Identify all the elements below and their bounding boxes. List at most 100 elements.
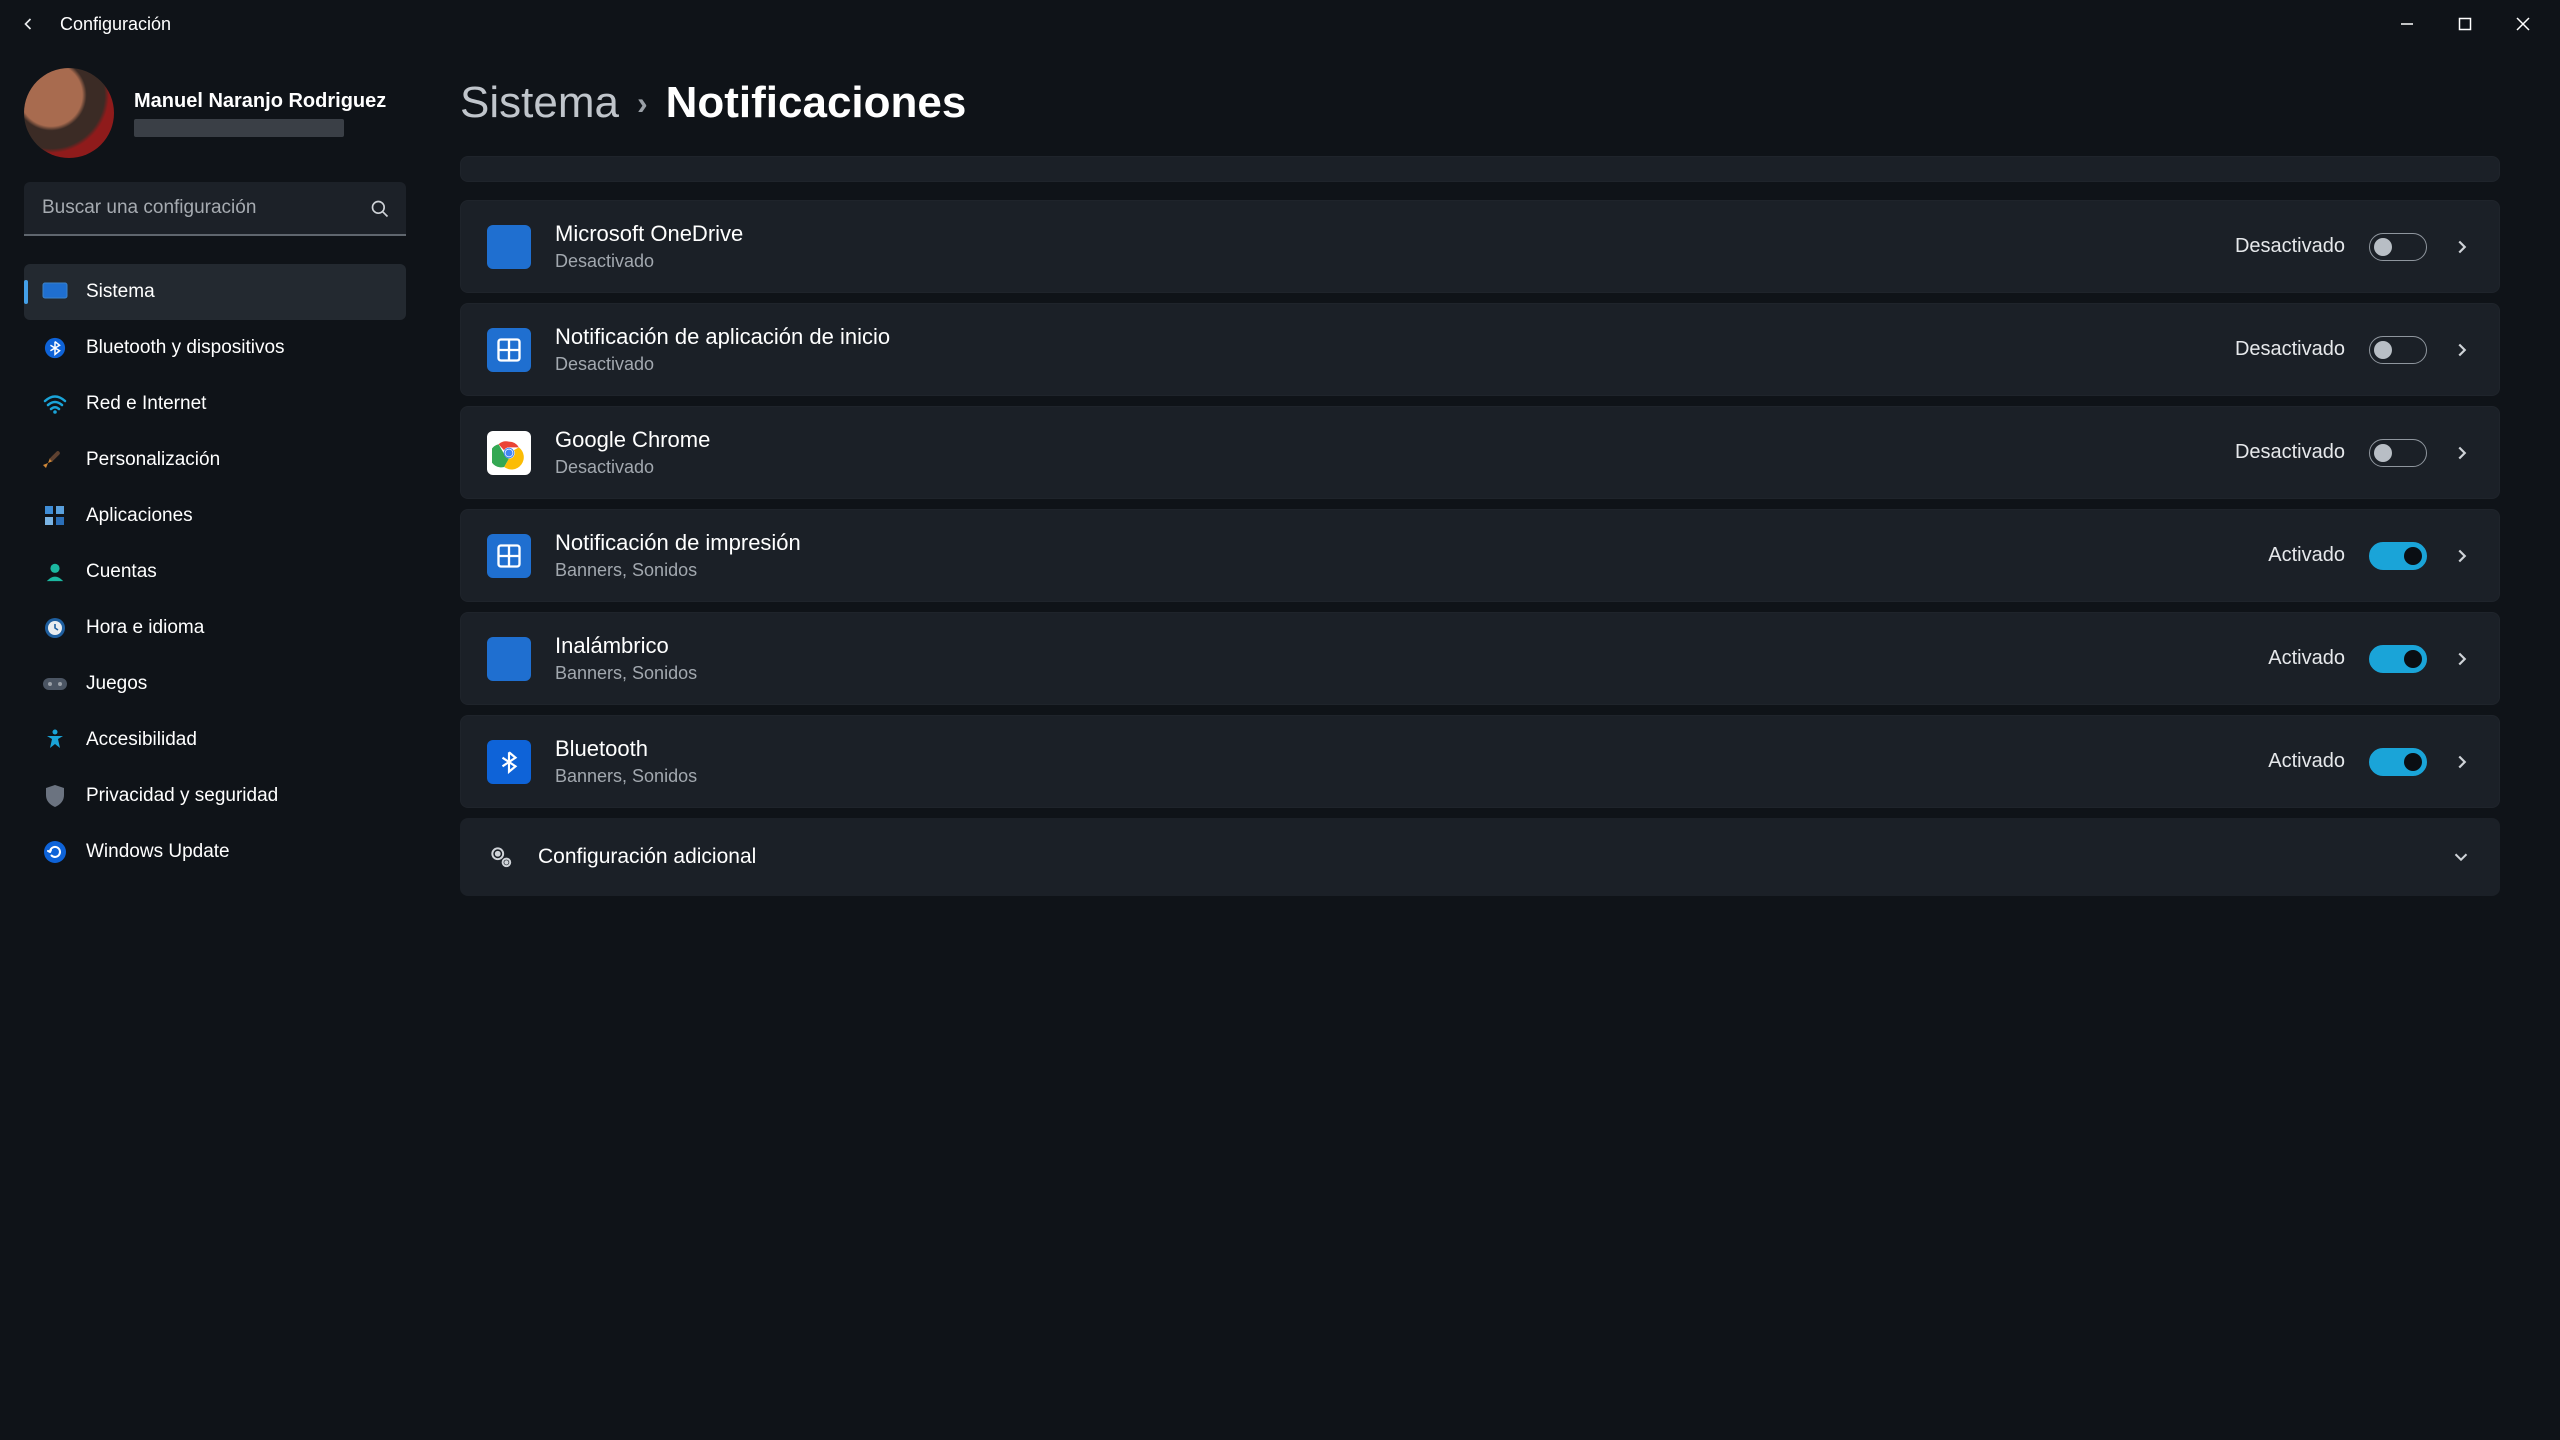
- chevron-down-icon: [2450, 846, 2472, 868]
- nav-juegos[interactable]: Juegos: [24, 656, 406, 712]
- nav-label: Aplicaciones: [86, 505, 193, 527]
- nav-sistema[interactable]: Sistema: [24, 264, 406, 320]
- content-area: Sistema › Notificaciones Microsoft OneDr…: [430, 48, 2560, 1440]
- chevron-right-icon[interactable]: [2451, 751, 2473, 773]
- search-box[interactable]: [24, 182, 406, 236]
- nav-label: Sistema: [86, 281, 155, 303]
- chevron-right-icon[interactable]: [2451, 442, 2473, 464]
- toggle-switch[interactable]: [2369, 439, 2427, 467]
- nav-label: Juegos: [86, 673, 147, 695]
- close-button[interactable]: [2494, 4, 2552, 44]
- sidebar: Manuel Naranjo Rodriguez Sistema Bluetoo…: [0, 48, 430, 1440]
- app-notification-row[interactable]: Microsoft OneDriveDesactivadoDesactivado: [460, 200, 2500, 293]
- nav-label: Bluetooth y dispositivos: [86, 337, 285, 359]
- nav-personalizacion[interactable]: Personalización: [24, 432, 406, 488]
- wifi-icon: [42, 391, 68, 417]
- app-notification-row[interactable]: Notificación de impresión Banners, Sonido…: [460, 509, 2500, 602]
- app-notification-row[interactable]: Bluetooth Banners, Sonidos Activado: [460, 715, 2500, 808]
- close-icon: [2516, 17, 2530, 31]
- wireless-icon: [487, 637, 531, 681]
- toggle-state-label: Desactivado: [2235, 235, 2345, 258]
- partial-card-top[interactable]: [460, 156, 2500, 182]
- toggle-state-label: Activado: [2268, 750, 2345, 773]
- nav-label: Cuentas: [86, 561, 157, 583]
- bluetooth-app-icon: [487, 740, 531, 784]
- nav-bluetooth[interactable]: Bluetooth y dispositivos: [24, 320, 406, 376]
- chevron-right-icon[interactable]: [2451, 648, 2473, 670]
- apps-icon: [42, 503, 68, 529]
- app-name: Google Chrome: [555, 427, 2211, 453]
- nav-aplicaciones[interactable]: Aplicaciones: [24, 488, 406, 544]
- app-info: Notificación de aplicación de inicio Desa…: [555, 324, 2211, 375]
- back-button[interactable]: [8, 4, 48, 44]
- nav-label: Personalización: [86, 449, 220, 471]
- tile-icon: [487, 534, 531, 578]
- nav-label: Windows Update: [86, 841, 230, 863]
- window-title: Configuración: [60, 14, 171, 35]
- app-name: Inalámbrico: [555, 633, 2244, 659]
- nav-label: Red e Internet: [86, 393, 206, 415]
- update-icon: [42, 839, 68, 865]
- app-name: Bluetooth: [555, 736, 2244, 762]
- toggle-switch[interactable]: [2369, 542, 2427, 570]
- app-sub: Desactivado: [555, 457, 2211, 478]
- app-info: InalámbricoBanners, Sonidos: [555, 633, 2244, 684]
- breadcrumb: Sistema › Notificaciones: [460, 78, 2500, 128]
- nav-label: Privacidad y seguridad: [86, 785, 278, 807]
- nav-privacidad[interactable]: Privacidad y seguridad: [24, 768, 406, 824]
- nav-red[interactable]: Red e Internet: [24, 376, 406, 432]
- app-info: Google Chrome Desactivado: [555, 427, 2211, 478]
- nav-update[interactable]: Windows Update: [24, 824, 406, 880]
- search-icon: [370, 199, 390, 219]
- toggle-state-label: Activado: [2268, 647, 2345, 670]
- search-input[interactable]: [24, 182, 406, 236]
- person-icon: [42, 559, 68, 585]
- nav-cuentas[interactable]: Cuentas: [24, 544, 406, 600]
- app-sub: Banners, Sonidos: [555, 560, 2244, 581]
- avatar: [24, 68, 114, 158]
- gear-icon: [488, 844, 516, 870]
- additional-settings[interactable]: Configuración adicional: [460, 818, 2500, 896]
- app-name: Notificación de impresión: [555, 530, 2244, 556]
- gamepad-icon: [42, 671, 68, 697]
- toggle-switch[interactable]: [2369, 336, 2427, 364]
- minimize-button[interactable]: [2378, 4, 2436, 44]
- app-name: Notificación de aplicación de inicio: [555, 324, 2211, 350]
- nav-accesibilidad[interactable]: Accesibilidad: [24, 712, 406, 768]
- breadcrumb-parent[interactable]: Sistema: [460, 78, 619, 128]
- user-block[interactable]: Manuel Naranjo Rodriguez: [24, 68, 406, 158]
- app-notification-row[interactable]: InalámbricoBanners, Sonidos Activado: [460, 612, 2500, 705]
- arrow-left-icon: [18, 14, 38, 34]
- toggle-state-label: Desactivado: [2235, 338, 2345, 361]
- maximize-icon: [2458, 17, 2472, 31]
- toggle-state-label: Desactivado: [2235, 441, 2345, 464]
- app-info: Bluetooth Banners, Sonidos: [555, 736, 2244, 787]
- tile-icon: [487, 328, 531, 372]
- toggle-switch[interactable]: [2369, 748, 2427, 776]
- additional-settings-label: Configuración adicional: [538, 845, 2428, 869]
- chevron-right-icon: ›: [637, 85, 648, 122]
- minimize-icon: [2400, 17, 2414, 31]
- chevron-right-icon[interactable]: [2451, 236, 2473, 258]
- chrome-icon: [487, 431, 531, 475]
- monitor-icon: [42, 279, 68, 305]
- app-name: Microsoft OneDrive: [555, 221, 2211, 247]
- shield-icon: [42, 783, 68, 809]
- app-sub: Desactivado: [555, 354, 2211, 375]
- app-notification-row[interactable]: Notificación de aplicación de inicio Desa…: [460, 303, 2500, 396]
- brush-icon: [42, 447, 68, 473]
- user-email-redacted: [134, 119, 344, 137]
- nav-hora[interactable]: Hora e idioma: [24, 600, 406, 656]
- nav-label: Hora e idioma: [86, 617, 204, 639]
- bluetooth-icon: [42, 335, 68, 361]
- app-info: Notificación de impresión Banners, Sonido…: [555, 530, 2244, 581]
- maximize-button[interactable]: [2436, 4, 2494, 44]
- app-sub: Banners, Sonidos: [555, 766, 2244, 787]
- toggle-state-label: Activado: [2268, 544, 2345, 567]
- chevron-right-icon[interactable]: [2451, 545, 2473, 567]
- app-notification-row[interactable]: Google Chrome Desactivado Desactivado: [460, 406, 2500, 499]
- chevron-right-icon[interactable]: [2451, 339, 2473, 361]
- toggle-switch[interactable]: [2369, 233, 2427, 261]
- toggle-switch[interactable]: [2369, 645, 2427, 673]
- accessibility-icon: [42, 727, 68, 753]
